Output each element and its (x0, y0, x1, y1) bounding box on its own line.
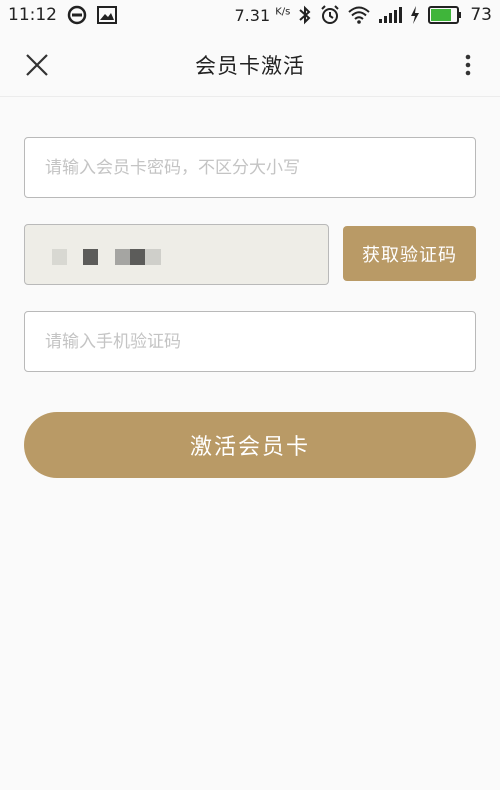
more-button[interactable] (460, 52, 476, 78)
verification-code-input[interactable] (25, 312, 475, 371)
sync-icon (67, 5, 87, 25)
get-code-button[interactable]: 获取验证码 (343, 226, 476, 281)
signal-icon (378, 6, 403, 24)
masked-digit (115, 249, 130, 265)
more-vertical-icon (465, 54, 471, 76)
title-bar: 会员卡激活 (0, 32, 500, 97)
alarm-icon (320, 5, 340, 25)
masked-digit (52, 249, 67, 265)
masked-digit (83, 249, 98, 265)
activate-card-button[interactable]: 激活会员卡 (24, 412, 476, 478)
card-password-input[interactable] (25, 138, 475, 197)
image-icon (97, 6, 117, 24)
status-time: 11:12 (8, 5, 57, 25)
wifi-icon (348, 6, 371, 24)
status-bar: 11:12 7.31 K/s 73 (0, 0, 500, 32)
page-title: 会员卡激活 (195, 54, 305, 78)
network-speed: 7.31 K/s (234, 5, 291, 25)
card-password-field[interactable] (24, 137, 476, 198)
phone-number-display (24, 224, 329, 285)
battery-level: 73 (470, 5, 492, 25)
masked-digit (145, 249, 161, 265)
bluetooth-icon (298, 5, 312, 25)
charging-icon (410, 6, 420, 24)
battery-icon (428, 6, 462, 24)
masked-digit (130, 249, 145, 265)
verification-code-field[interactable] (24, 311, 476, 372)
